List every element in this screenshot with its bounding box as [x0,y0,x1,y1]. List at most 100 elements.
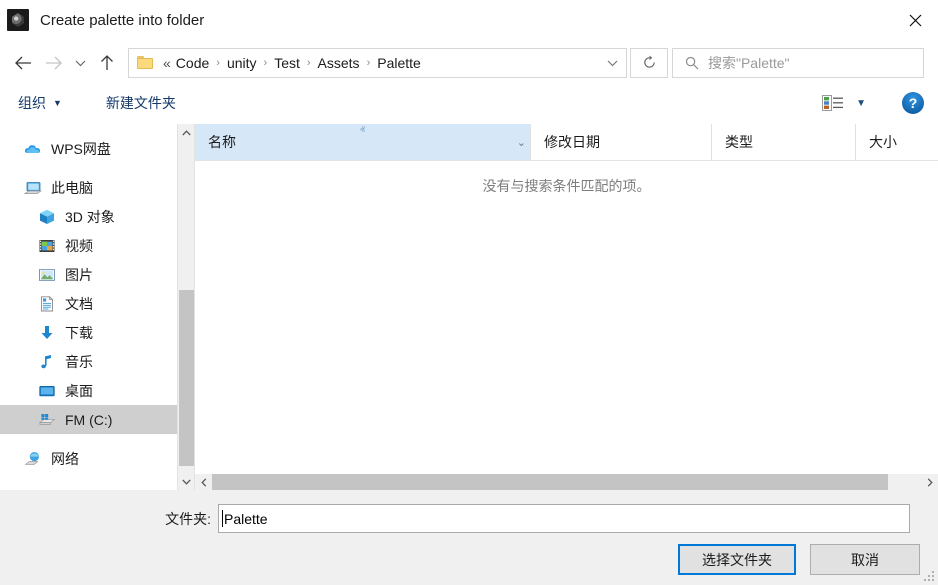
sidebar-item-label: 下载 [65,323,93,343]
folder-name-row: 文件夹: Palette [0,504,938,533]
column-header-date-modified[interactable]: 修改日期 [531,124,712,160]
search-icon [685,56,699,70]
column-header-type[interactable]: 类型 [712,124,856,160]
recent-locations-icon[interactable] [68,48,92,78]
unity-icon [7,9,29,31]
column-header-size[interactable]: 大小 [856,124,938,160]
sidebar-item-label: 音乐 [65,352,93,372]
column-header-label: 类型 [725,132,753,152]
documents-icon [38,295,56,313]
cube-icon [38,208,56,226]
scrollbar-track[interactable] [212,474,921,491]
column-header-label: 修改日期 [544,132,600,152]
breadcrumb-list: « Code › unity › Test › Assets › Palette [161,53,598,73]
breadcrumb-item-code[interactable]: Code [173,53,212,73]
file-list-horizontal-scrollbar[interactable] [195,473,938,490]
downloads-icon [38,324,56,342]
search-input[interactable]: 搜索"Palette" [672,48,924,78]
help-button[interactable]: ? [902,92,924,114]
sidebar-item-label: 文档 [65,294,93,314]
computer-icon [24,179,42,197]
empty-state-message: 没有与搜索条件匹配的项。 [195,176,938,196]
sidebar-scrollbar[interactable] [177,124,194,490]
folder-name-value: Palette [224,511,268,527]
music-icon [38,353,56,371]
sidebar-item-music[interactable]: 音乐 [0,347,177,376]
folder-field-label: 文件夹: [0,509,218,529]
navigation-pane: WPS网盘 此电脑 3D 对象 [0,124,177,490]
sidebar-item-label: 桌面 [65,381,93,401]
breadcrumb-separator[interactable]: › [363,57,375,69]
sidebar-item-wps-cloud[interactable]: WPS网盘 [0,134,177,163]
breadcrumb-overflow[interactable]: « [161,55,173,71]
breadcrumb[interactable]: « Code › unity › Test › Assets › Palette [128,48,627,78]
file-list-pane: ⱏ 名称 ⌄ 修改日期 类型 大小 没有与搜索条件匹配的项。 [194,124,938,490]
column-header-row: ⱏ 名称 ⌄ 修改日期 类型 大小 [195,124,938,161]
scroll-up-icon[interactable] [178,124,194,141]
scrollbar-thumb[interactable] [179,290,194,466]
new-folder-button[interactable]: 新建文件夹 [106,93,176,113]
column-header-name[interactable]: ⱏ 名称 ⌄ [195,124,531,160]
command-toolbar: 组织 ▼ 新建文件夹 ▼ ? [0,85,938,121]
up-arrow-icon[interactable] [92,48,122,78]
folder-name-input[interactable]: Palette [218,504,910,533]
dialog-footer: 文件夹: Palette 选择文件夹 取消 [0,490,938,585]
desktop-icon [38,382,56,400]
sort-ascending-icon: ⱏ [360,126,365,136]
scrollbar-thumb[interactable] [212,474,888,491]
sidebar-item-videos[interactable]: 视频 [0,231,177,260]
breadcrumb-separator[interactable]: › [212,57,224,69]
title-bar: Create palette into folder [0,0,938,40]
sidebar-item-label: 此电脑 [51,178,93,198]
breadcrumb-separator[interactable]: › [303,57,315,69]
select-folder-button[interactable]: 选择文件夹 [678,544,796,575]
refresh-icon[interactable] [630,48,668,78]
new-folder-label: 新建文件夹 [106,93,176,113]
sidebar-item-3d-objects[interactable]: 3D 对象 [0,202,177,231]
window-title: Create palette into folder [40,12,204,29]
sidebar-item-desktop[interactable]: 桌面 [0,376,177,405]
text-cursor [222,510,223,527]
sidebar-item-label: WPS网盘 [51,139,111,159]
view-layout-icon[interactable] [822,95,844,111]
pictures-icon [38,266,56,284]
dialog-button-row: 选择文件夹 取消 [678,544,920,575]
spacer [0,434,177,444]
forward-arrow-icon [38,48,68,78]
navigation-bar: « Code › unity › Test › Assets › Palette… [0,40,938,85]
sidebar-item-documents[interactable]: 文档 [0,289,177,318]
organize-label: 组织 [18,93,46,113]
sidebar-item-label: FM (C:) [65,412,112,428]
sidebar-item-downloads[interactable]: 下载 [0,318,177,347]
cancel-button[interactable]: 取消 [810,544,920,575]
view-dropdown-icon[interactable]: ▼ [856,98,866,109]
sidebar-item-label: 3D 对象 [65,207,115,227]
spacer [0,124,177,134]
chevron-down-icon[interactable]: ⌄ [517,136,526,149]
dialog-body: WPS网盘 此电脑 3D 对象 [0,124,938,490]
chevron-down-icon[interactable] [598,59,626,67]
scroll-down-icon[interactable] [178,473,194,490]
organize-button[interactable]: 组织 ▼ [18,93,62,113]
back-arrow-icon[interactable] [8,48,38,78]
sidebar-item-pictures[interactable]: 图片 [0,260,177,289]
breadcrumb-item-palette[interactable]: Palette [374,53,424,73]
column-header-label: 名称 [208,132,236,152]
breadcrumb-item-assets[interactable]: Assets [315,53,363,73]
scroll-left-icon[interactable] [195,474,212,491]
sidebar-item-network[interactable]: 网络 [0,444,177,473]
scroll-right-icon[interactable] [921,474,938,491]
network-icon [24,450,42,468]
sidebar-item-label: 视频 [65,236,93,256]
search-placeholder: 搜索"Palette" [708,53,790,73]
close-icon[interactable] [892,0,938,40]
resize-grip[interactable] [923,570,935,582]
chevron-down-icon: ▼ [53,98,62,108]
breadcrumb-separator[interactable]: › [260,57,272,69]
drive-icon [38,411,56,429]
sidebar-item-fm-c-drive[interactable]: FM (C:) [0,405,177,434]
breadcrumb-item-test[interactable]: Test [271,53,303,73]
spacer [0,163,177,173]
sidebar-item-this-pc[interactable]: 此电脑 [0,173,177,202]
breadcrumb-item-unity[interactable]: unity [224,53,260,73]
